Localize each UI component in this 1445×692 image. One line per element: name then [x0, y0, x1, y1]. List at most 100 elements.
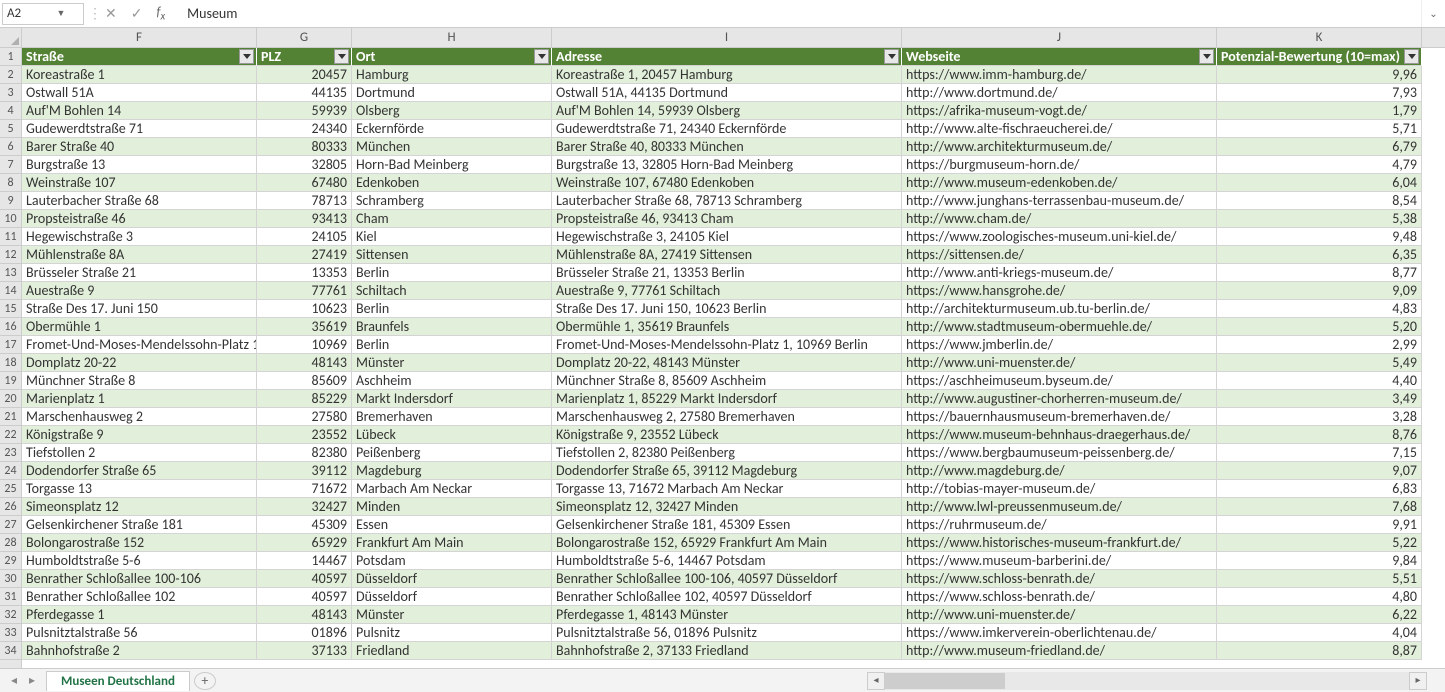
scrollbar-track[interactable] — [885, 672, 1409, 690]
cell[interactable]: 1,79 — [1217, 102, 1422, 120]
cell[interactable]: 9,96 — [1217, 66, 1422, 84]
cell[interactable]: 48143 — [257, 354, 352, 372]
column-header[interactable]: G — [257, 28, 352, 47]
filter-dropdown-icon[interactable] — [334, 49, 349, 64]
cell[interactable]: https://www.schloss-benrath.de/ — [902, 588, 1217, 606]
cell[interactable]: Brüsseler Straße 21 — [22, 264, 257, 282]
chevron-down-icon[interactable]: ▼ — [43, 8, 79, 19]
cell[interactable]: 9,84 — [1217, 552, 1422, 570]
column-header[interactable]: I — [552, 28, 902, 47]
cell[interactable]: 2,99 — [1217, 336, 1422, 354]
table-header-cell[interactable]: Webseite — [902, 48, 1217, 66]
confirm-icon[interactable]: ✓ — [131, 5, 143, 22]
cell[interactable]: https://ruhrmuseum.de/ — [902, 516, 1217, 534]
cell[interactable]: http://www.alte-fischraeucherei.de/ — [902, 120, 1217, 138]
cell[interactable]: 85229 — [257, 390, 352, 408]
table-header-cell[interactable]: Adresse — [552, 48, 902, 66]
cell[interactable]: Humboldtstraße 5-6 — [22, 552, 257, 570]
row-header[interactable]: 6 — [0, 138, 21, 156]
cell[interactable]: Münster — [352, 606, 552, 624]
row-header[interactable]: 24 — [0, 462, 21, 480]
cell[interactable]: 8,77 — [1217, 264, 1422, 282]
cell[interactable]: Königstraße 9, 23552 Lübeck — [552, 426, 902, 444]
cell[interactable]: Fromet-Und-Moses-Mendelssohn-Platz 1 — [22, 336, 257, 354]
row-header[interactable]: 14 — [0, 282, 21, 300]
cell[interactable]: 7,68 — [1217, 498, 1422, 516]
row-header[interactable]: 11 — [0, 228, 21, 246]
cell[interactable]: Domplatz 20-22, 48143 Münster — [552, 354, 902, 372]
row-header[interactable]: 18 — [0, 354, 21, 372]
cell[interactable]: https://www.museum-behnhaus-draegerhaus.… — [902, 426, 1217, 444]
cell[interactable]: München — [352, 138, 552, 156]
cell[interactable]: 4,04 — [1217, 624, 1422, 642]
cell[interactable]: Edenkoben — [352, 174, 552, 192]
cell[interactable]: Berlin — [352, 300, 552, 318]
cell[interactable]: Domplatz 20-22 — [22, 354, 257, 372]
cell[interactable]: Weinstraße 107, 67480 Edenkoben — [552, 174, 902, 192]
cell[interactable]: Markt Indersdorf — [352, 390, 552, 408]
cell[interactable]: 9,48 — [1217, 228, 1422, 246]
cell[interactable]: 45309 — [257, 516, 352, 534]
cell[interactable]: https://www.museum-barberini.de/ — [902, 552, 1217, 570]
cell[interactable]: https://afrika-museum-vogt.de/ — [902, 102, 1217, 120]
cell[interactable]: Torgasse 13 — [22, 480, 257, 498]
cell[interactable]: Auestraße 9 — [22, 282, 257, 300]
cell[interactable]: https://www.imkerverein-oberlichtenau.de… — [902, 624, 1217, 642]
cell[interactable]: Pferdegasse 1, 48143 Münster — [552, 606, 902, 624]
cell[interactable]: 65929 — [257, 534, 352, 552]
cell[interactable]: Kiel — [352, 228, 552, 246]
cell[interactable]: 93413 — [257, 210, 352, 228]
cell[interactable]: 7,93 — [1217, 84, 1422, 102]
cell[interactable]: 5,51 — [1217, 570, 1422, 588]
cell[interactable]: http://www.architekturmuseum.de/ — [902, 138, 1217, 156]
cell[interactable]: Frankfurt Am Main — [352, 534, 552, 552]
cell[interactable]: Straße Des 17. Juni 150, 10623 Berlin — [552, 300, 902, 318]
cell[interactable]: http://www.junghans-terrassenbau-museum.… — [902, 192, 1217, 210]
cell[interactable]: Hamburg — [352, 66, 552, 84]
cell[interactable]: 27419 — [257, 246, 352, 264]
cell[interactable]: Marienplatz 1, 85229 Markt Indersdorf — [552, 390, 902, 408]
cell[interactable]: Auf'M Bohlen 14, 59939 Olsberg — [552, 102, 902, 120]
filter-dropdown-icon[interactable] — [239, 49, 254, 64]
cell[interactable]: 6,79 — [1217, 138, 1422, 156]
cell[interactable]: Ostwall 51A, 44135 Dortmund — [552, 84, 902, 102]
cancel-icon[interactable]: ✕ — [105, 5, 117, 22]
cell[interactable]: Simeonsplatz 12 — [22, 498, 257, 516]
cell[interactable]: Propsteistraße 46, 93413 Cham — [552, 210, 902, 228]
cell[interactable]: Bremerhaven — [352, 408, 552, 426]
cell[interactable]: 7,15 — [1217, 444, 1422, 462]
cell[interactable]: Gudewerdtstraße 71, 24340 Eckernförde — [552, 120, 902, 138]
column-header[interactable]: F — [22, 28, 257, 47]
cell[interactable]: 39112 — [257, 462, 352, 480]
cell[interactable]: http://www.anti-kriegs-museum.de/ — [902, 264, 1217, 282]
cell[interactable]: Weinstraße 107 — [22, 174, 257, 192]
cell[interactable]: 10623 — [257, 300, 352, 318]
cell[interactable]: 9,91 — [1217, 516, 1422, 534]
row-header[interactable]: 13 — [0, 264, 21, 282]
cell[interactable]: Eckernförde — [352, 120, 552, 138]
cell[interactable]: 8,87 — [1217, 642, 1422, 660]
column-header[interactable]: J — [902, 28, 1217, 47]
cell[interactable]: http://www.stadtmuseum-obermuehle.de/ — [902, 318, 1217, 336]
row-header[interactable]: 29 — [0, 552, 21, 570]
cell[interactable]: Fromet-Und-Moses-Mendelssohn-Platz 1, 10… — [552, 336, 902, 354]
row-header[interactable]: 25 — [0, 480, 21, 498]
cell[interactable]: Marbach Am Neckar — [352, 480, 552, 498]
cell[interactable]: Koreastraße 1 — [22, 66, 257, 84]
cell[interactable]: 40597 — [257, 588, 352, 606]
cell[interactable]: Mühlenstraße 8A, 27419 Sittensen — [552, 246, 902, 264]
cell[interactable]: Braunfels — [352, 318, 552, 336]
cell[interactable]: Lübeck — [352, 426, 552, 444]
cell[interactable]: Pulsnitz — [352, 624, 552, 642]
row-header[interactable]: 32 — [0, 606, 21, 624]
cell[interactable]: 6,22 — [1217, 606, 1422, 624]
cell[interactable]: https://bauernhausmuseum-bremerhaven.de/ — [902, 408, 1217, 426]
formula-bar-content[interactable]: Museum — [179, 5, 1421, 22]
cell[interactable]: Straße Des 17. Juni 150 — [22, 300, 257, 318]
row-header[interactable]: 33 — [0, 624, 21, 642]
cell[interactable]: http://www.dortmund.de/ — [902, 84, 1217, 102]
row-header[interactable]: 20 — [0, 390, 21, 408]
cell[interactable]: 5,20 — [1217, 318, 1422, 336]
cell[interactable]: Tiefstollen 2, 82380 Peißenberg — [552, 444, 902, 462]
cell[interactable]: 77761 — [257, 282, 352, 300]
